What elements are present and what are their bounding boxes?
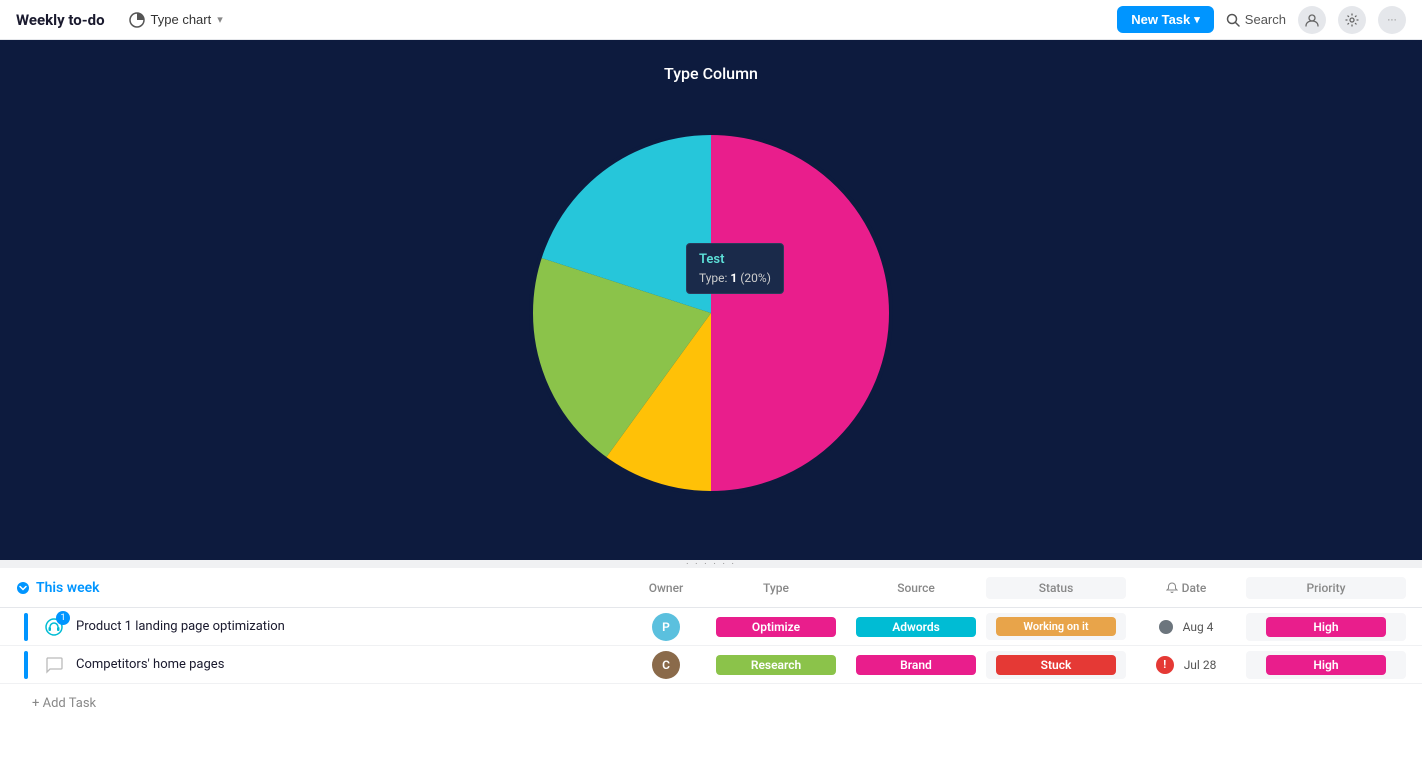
task-name-cell: 1 Product 1 landing page optimization xyxy=(16,613,626,641)
col-header-owner: Owner xyxy=(626,581,706,595)
drag-handle[interactable]: · · · · · · xyxy=(0,560,1422,568)
date-text-2: Jul 28 xyxy=(1184,658,1217,672)
pie-pink xyxy=(711,133,891,493)
user-icon xyxy=(1305,13,1319,27)
owner-avatar: P xyxy=(652,613,680,641)
source-cell-2[interactable]: Brand xyxy=(846,655,986,675)
status-tag: Working on it xyxy=(996,617,1116,636)
col-header-source: Source xyxy=(846,581,986,595)
header-actions: New Task ▾ Search ··· xyxy=(1117,6,1406,34)
source-tag-2: Brand xyxy=(856,655,976,675)
priority-tag-2: High xyxy=(1266,655,1386,675)
col-header-type: Type xyxy=(706,581,846,595)
col-header-date: Date xyxy=(1126,581,1246,595)
type-tag-2: Research xyxy=(716,655,836,675)
priority-tag: High xyxy=(1266,617,1386,637)
search-button[interactable]: Search xyxy=(1226,12,1286,27)
chevron-down-section-icon xyxy=(16,581,30,595)
search-icon xyxy=(1226,13,1240,27)
add-task-row[interactable]: + Add Task xyxy=(0,684,1422,722)
chart-area: Type Column Test xyxy=(0,40,1422,560)
settings-icon-button[interactable] xyxy=(1338,6,1366,34)
type-tag: Optimize xyxy=(716,617,836,637)
user-avatar-button[interactable] xyxy=(1298,6,1326,34)
table-header-row: This week Owner Type Source Status Date … xyxy=(0,568,1422,608)
table-row[interactable]: 1 Product 1 landing page optimization P … xyxy=(0,608,1422,646)
col-header-priority: Priority xyxy=(1246,577,1406,599)
drag-dots: · · · · · · xyxy=(686,559,736,570)
type-cell[interactable]: Optimize xyxy=(706,617,846,637)
col-header-status: Status xyxy=(986,577,1126,599)
comment-badge: 1 xyxy=(56,611,70,625)
task-name: Competitors' home pages xyxy=(76,657,224,672)
task-name-cell: Competitors' home pages xyxy=(16,651,626,679)
comment-icon-cell-2[interactable] xyxy=(40,651,68,679)
pie-chart-container: Test Type: 1 (20%) xyxy=(501,103,921,523)
task-accent xyxy=(24,613,28,641)
priority-cell[interactable]: High xyxy=(1246,613,1406,641)
table-area: This week Owner Type Source Status Date … xyxy=(0,568,1422,722)
date-cell-2: ! Jul 28 xyxy=(1126,656,1246,674)
table-row[interactable]: Competitors' home pages C Research Brand… xyxy=(0,646,1422,684)
status-cell[interactable]: Working on it xyxy=(986,613,1126,640)
status-cell-2[interactable]: Stuck xyxy=(986,651,1126,679)
owner-cell: P xyxy=(626,613,706,641)
comment-icon-cell[interactable]: 1 xyxy=(40,613,68,641)
owner-avatar-2: C xyxy=(652,651,680,679)
owner-cell-2: C xyxy=(626,651,706,679)
chart-title: Type Column xyxy=(664,64,758,83)
task-name: Product 1 landing page optimization xyxy=(76,619,285,634)
add-task-label: + Add Task xyxy=(16,696,96,711)
pie-chart-final xyxy=(501,103,921,523)
alert-dot: ! xyxy=(1156,656,1174,674)
task-accent xyxy=(24,651,28,679)
chevron-down-icon: ▾ xyxy=(217,13,223,26)
new-task-button[interactable]: New Task ▾ xyxy=(1117,6,1214,33)
comment-icon xyxy=(45,656,63,674)
chevron-down-icon-btn: ▾ xyxy=(1194,13,1200,26)
date-cell: Aug 4 xyxy=(1126,620,1246,634)
bell-icon xyxy=(1166,582,1178,594)
page-title: Weekly to-do xyxy=(16,11,105,29)
date-text: Aug 4 xyxy=(1183,620,1214,634)
pie-chart-icon xyxy=(129,12,145,28)
section-label: This week xyxy=(16,580,626,596)
source-tag: Adwords xyxy=(856,617,976,637)
app-header: Weekly to-do Type chart ▾ New Task ▾ Sea… xyxy=(0,0,1422,40)
more-options-button[interactable]: ··· xyxy=(1378,6,1406,34)
status-tag-2: Stuck xyxy=(996,655,1116,675)
priority-cell-2[interactable]: High xyxy=(1246,651,1406,679)
type-cell-2[interactable]: Research xyxy=(706,655,846,675)
settings-icon xyxy=(1345,13,1359,27)
type-chart-button[interactable]: Type chart ▾ xyxy=(121,8,231,32)
status-dot xyxy=(1159,620,1173,634)
source-cell[interactable]: Adwords xyxy=(846,617,986,637)
